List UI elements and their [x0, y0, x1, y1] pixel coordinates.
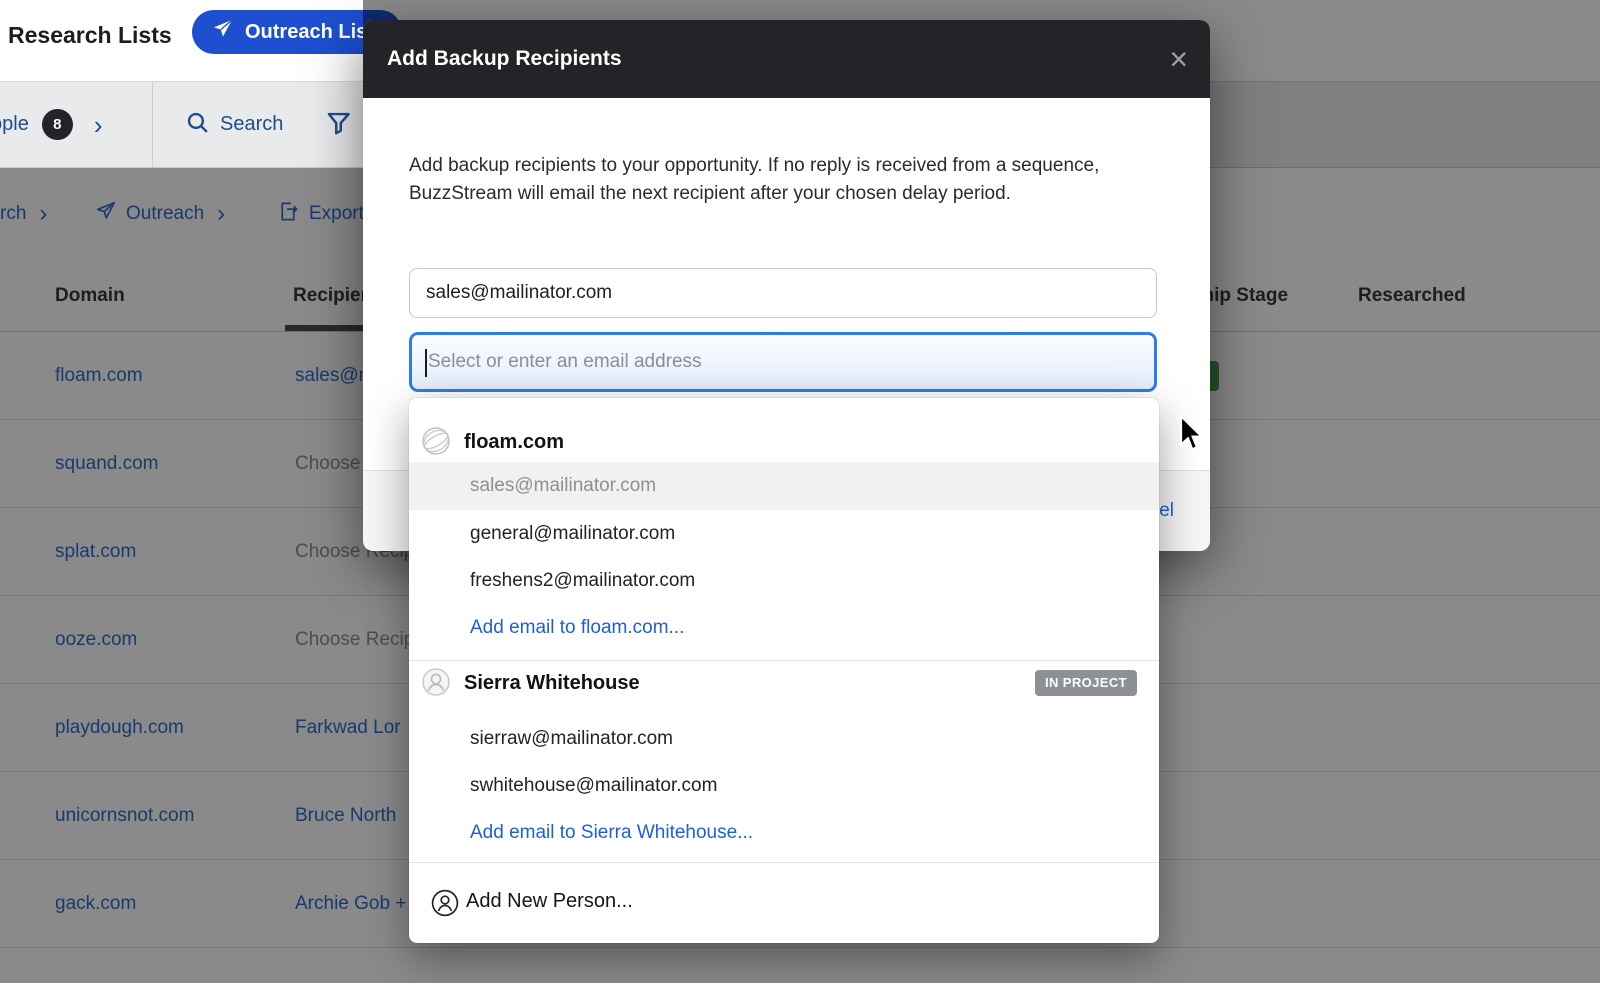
- modal-header: Add Backup Recipients ×: [363, 20, 1210, 98]
- dropdown-group-domain: floam.com: [409, 398, 1159, 462]
- group-title-person: Sierra Whitehouse: [464, 672, 640, 695]
- search-button[interactable]: Search: [185, 82, 283, 167]
- email-option[interactable]: freshens2@mailinator.com: [409, 557, 1159, 604]
- add-new-person-label: Add New Person...: [466, 863, 633, 942]
- close-button[interactable]: ×: [1169, 20, 1188, 98]
- tabbar-divider: [152, 82, 153, 167]
- backup-recipient-input[interactable]: [412, 335, 1154, 389]
- outreach-button-label: Outreach List: [245, 21, 374, 44]
- tab-people-label: ople: [0, 113, 29, 136]
- add-person-icon: [430, 888, 460, 923]
- add-email-to-domain-link[interactable]: Add email to floam.com...: [409, 604, 1159, 651]
- people-count-badge: 8: [42, 109, 73, 140]
- buzzstream-app: Research Lists Outreach List ople 8 › Se…: [0, 0, 1600, 983]
- modal-description: Add backup recipients to your opportunit…: [409, 152, 1124, 208]
- globe-icon: [420, 425, 452, 462]
- filter-funnel-icon: [325, 109, 352, 141]
- dropdown-group-person: Sierra Whitehouse IN PROJECT: [409, 661, 1159, 715]
- tab-people[interactable]: ople 8 ›: [0, 82, 102, 167]
- recipient-suggestions-dropdown: floam.com sales@mailinator.com general@m…: [409, 398, 1159, 943]
- close-icon: ×: [1169, 41, 1188, 77]
- chevron-right-icon: ›: [94, 112, 103, 138]
- page-title: Research Lists: [8, 0, 172, 82]
- email-option[interactable]: swhitehouse@mailinator.com: [409, 762, 1159, 809]
- text-caret: [425, 349, 427, 377]
- email-option[interactable]: general@mailinator.com: [409, 510, 1159, 557]
- backup-recipient-input-wrapper: [409, 332, 1157, 392]
- in-project-badge: IN PROJECT: [1035, 670, 1137, 696]
- group-title-domain: floam.com: [464, 431, 564, 454]
- modal-title: Add Backup Recipients: [387, 20, 622, 98]
- add-email-to-person-link[interactable]: Add email to Sierra Whitehouse...: [409, 809, 1159, 856]
- add-new-person-option[interactable]: Add New Person...: [409, 863, 1159, 942]
- filter-button[interactable]: [325, 82, 352, 167]
- send-icon: [212, 18, 234, 46]
- person-avatar-icon: [420, 666, 452, 703]
- email-option[interactable]: sierraw@mailinator.com: [409, 715, 1159, 762]
- search-label: Search: [220, 113, 283, 136]
- primary-recipient-input[interactable]: [409, 268, 1157, 318]
- email-option-highlighted[interactable]: sales@mailinator.com: [409, 462, 1159, 510]
- search-icon: [185, 110, 210, 140]
